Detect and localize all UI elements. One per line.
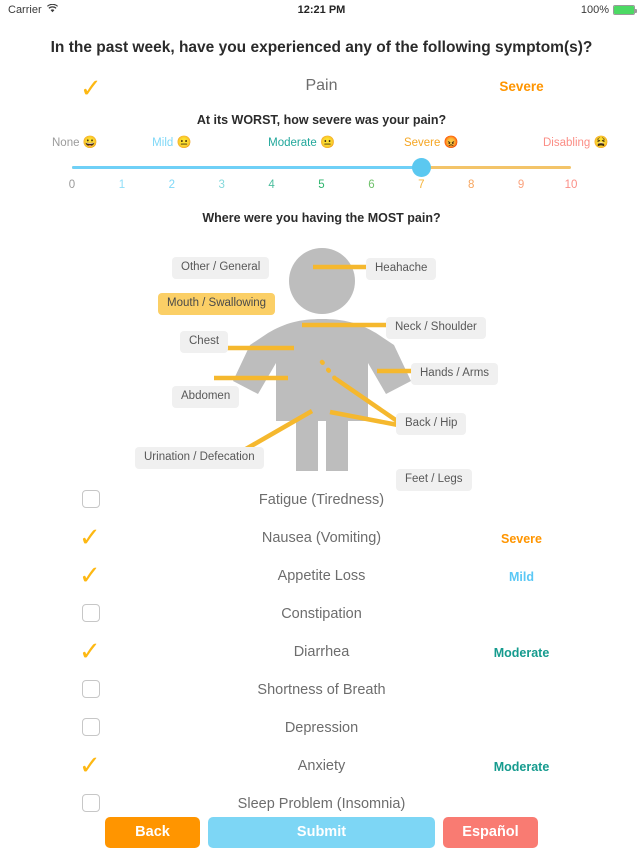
slider-anchor-label: Mild [152, 137, 177, 149]
symptom-label: Constipation [281, 606, 362, 622]
slider-anchor-labels: None 😀 Mild 😐 Moderate 😐 Severe 😡 Disabling … [0, 135, 643, 153]
slider-tick-10: 10 [564, 179, 578, 191]
slider-tick-4: 4 [268, 179, 275, 191]
symptom-label: Depression [284, 720, 359, 736]
body-label-other-general[interactable]: Other / General [172, 257, 270, 279]
symptom-severity-badge: Severe [500, 532, 542, 546]
symptom-row-depression[interactable]: Depression [0, 710, 643, 748]
symptom-severity-badge: Mild [509, 570, 534, 584]
symptom-row-fatigue[interactable]: Fatigue (Tiredness) [0, 482, 643, 520]
slider-anchor-label: Severe [403, 137, 444, 149]
slider-anchor-emoji-icon: 😡 [443, 135, 459, 149]
slider-anchor-label: Moderate [268, 137, 320, 149]
body-label-chest[interactable]: Chest [180, 331, 229, 353]
slider-anchor-mild: Mild 😐 [152, 135, 191, 149]
slider-anchor-label: None [52, 137, 83, 149]
slider-tick-7: 7 [418, 179, 425, 191]
symptom-row-diarrhea[interactable]: ✓ Diarrhea Moderate [0, 634, 643, 672]
body-map-diagram[interactable]: Other / General Mouth / Swallowing Chest… [0, 231, 643, 491]
footer-actions: Back Submit Español [0, 817, 643, 848]
slider-tick-6: 6 [368, 179, 375, 191]
slider-anchor-none: None 😀 [52, 135, 98, 149]
body-figure [195, 248, 415, 471]
status-bar-time: 12:21 PM [297, 4, 346, 16]
body-map-question: Where were you having the MOST pain? [202, 211, 441, 225]
carrier-label: Carrier [8, 4, 42, 16]
submit-button[interactable]: Submit [208, 817, 435, 848]
body-label-mouth-swallowing[interactable]: Mouth / Swallowing [158, 293, 276, 315]
slider-anchor-emoji-icon: 😀 [82, 135, 98, 149]
symptom-row-nausea[interactable]: ✓ Nausea (Vomiting) Severe [0, 520, 643, 558]
body-label-headache[interactable]: Heahache [366, 258, 437, 280]
symptom-list: Fatigue (Tiredness) ✓ Nausea (Vomiting) Sev… [0, 482, 643, 824]
symptom-label: Fatigue (Tiredness) [258, 492, 385, 508]
body-label-abdomen[interactable]: Abdomen [172, 386, 240, 408]
slider-tick-2: 2 [168, 179, 175, 191]
slider-anchor-moderate: Moderate 😐 [268, 135, 335, 149]
symptom-row-anxiety[interactable]: ✓ Anxiety Moderate [0, 748, 643, 786]
symptom-row-shortness-of-breath[interactable]: Shortness of Breath [0, 672, 643, 710]
slider-tick-1: 1 [118, 179, 126, 191]
pain-severity-slider[interactable]: None 😀 Mild 😐 Moderate 😐 Severe 😡 Disabling … [0, 135, 643, 205]
symptom-label: Shortness of Breath [257, 682, 386, 698]
body-label-urination-defecation[interactable]: Urination / Defecation [135, 447, 264, 469]
page-title: In the past week, have you experienced a… [50, 39, 593, 56]
battery-full-icon [613, 5, 637, 15]
pain-sub-question: At its WORST, how severe was your pain? [196, 113, 447, 127]
slider-thumb[interactable] [411, 158, 431, 177]
slider-anchor-emoji-icon: 😫 [593, 135, 609, 149]
slider-anchor-emoji-icon: 😐 [319, 135, 335, 149]
back-button[interactable]: Back [105, 817, 200, 848]
slider-tick-labels: 0 1 2 3 4 5 6 7 8 9 10 [0, 179, 643, 195]
pain-symptom-row[interactable]: ✓ Pain Severe [0, 73, 643, 107]
wifi-icon [46, 3, 58, 16]
body-label-hands-arms[interactable]: Hands / Arms [411, 363, 499, 385]
status-bar: Carrier 12:21 PM 100% [0, 0, 643, 20]
slider-tick-3: 3 [218, 179, 225, 191]
body-label-back-hip[interactable]: Back / Hip [396, 413, 467, 435]
symptom-severity-badge: Moderate [493, 646, 550, 660]
status-bar-right: 100% [580, 4, 637, 16]
slider-anchor-disabling: Disabling 😫 [543, 135, 608, 149]
pain-severity-badge: Severe [499, 79, 544, 94]
slider-tick-9: 9 [517, 179, 525, 191]
slider-track-fill [72, 166, 422, 169]
slider-anchor-severe: Severe 😡 [404, 135, 459, 149]
symptom-severity-badge: Moderate [493, 760, 550, 774]
language-button[interactable]: Español [443, 817, 538, 848]
slider-anchor-label: Disabling [543, 137, 594, 149]
slider-tick-0: 0 [68, 179, 76, 191]
symptom-label: Sleep Problem (Insomnia) [237, 796, 406, 812]
status-bar-left: Carrier [8, 3, 58, 16]
body-label-neck-shoulder[interactable]: Neck / Shoulder [386, 317, 486, 339]
symptom-row-constipation[interactable]: Constipation [0, 596, 643, 634]
slider-track[interactable] [72, 158, 571, 177]
symptom-row-appetite-loss[interactable]: ✓ Appetite Loss Mild [0, 558, 643, 596]
slider-anchor-emoji-icon: 😐 [176, 135, 192, 149]
battery-percent-label: 100% [580, 4, 609, 16]
slider-tick-8: 8 [467, 179, 475, 191]
slider-tick-5: 5 [318, 179, 325, 191]
